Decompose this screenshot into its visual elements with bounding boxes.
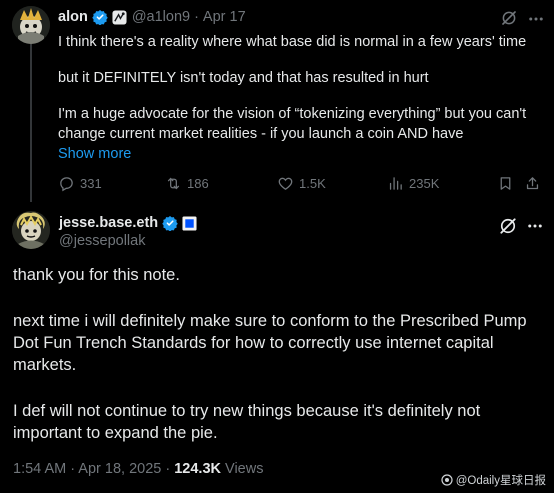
avatar-alon[interactable] [12, 6, 50, 44]
tweet-date[interactable]: Apr 18, 2025 [78, 461, 161, 477]
like-count: 1.5K [299, 175, 326, 191]
main-tweet-author-row: jesse.base.eth [59, 213, 197, 233]
tweet-text-line: Dot Fun Trench Standards for how to corr… [13, 334, 494, 352]
avatar-image [12, 6, 50, 44]
author-handle[interactable]: @a1lon9 [132, 9, 190, 25]
repost-button[interactable]: 186 [165, 173, 209, 193]
grok-icon[interactable] [500, 9, 518, 27]
show-more-link[interactable]: Show more [58, 144, 542, 164]
verified-badge-icon[interactable] [162, 215, 178, 231]
analytics-icon [389, 176, 402, 190]
parent-tweet-header: alon @a1lon9 · Apr 17 [58, 7, 246, 27]
tweet-action-bar: 331 186 1.5K 235K [58, 173, 542, 193]
tweet-text-line: markets. [13, 356, 77, 374]
author-name[interactable]: alon [58, 9, 88, 25]
main-tweet-text: thank you for this note. next time i wil… [13, 264, 543, 444]
heart-icon [278, 177, 293, 190]
verified-badge-icon[interactable] [92, 9, 108, 25]
tweet-text-line: change current market realities - if you… [58, 126, 464, 142]
reply-icon [60, 176, 73, 191]
more-options-icon[interactable] [526, 217, 544, 235]
tweet-text-line: important to expand the pie. [13, 424, 218, 442]
share-icon [526, 176, 539, 189]
views-label: Views [225, 461, 264, 477]
bookmark-button[interactable] [497, 173, 519, 193]
reply-count: 331 [80, 175, 102, 191]
view-count: 124.3K [174, 461, 221, 477]
base-affiliate-badge-icon[interactable] [182, 215, 197, 231]
watermark-logo-icon [441, 474, 453, 486]
reply-button[interactable]: 331 [58, 173, 102, 193]
watermark-text: @Odaily星球日报 [455, 475, 546, 487]
tweet-text-line: I def will not continue to try new thing… [13, 402, 481, 420]
thread-connector-line [30, 44, 32, 202]
parent-tweet[interactable]: alon @a1lon9 · Apr 17 I think there's a … [0, 0, 554, 204]
avatar-jesse[interactable] [12, 211, 50, 249]
view-count: 235K [409, 175, 440, 191]
affiliate-badge-icon[interactable] [112, 9, 127, 25]
tweet-text-line: thank you for this note. [13, 266, 180, 284]
tweet-text-line: I think there's a reality where what bas… [58, 34, 527, 50]
tweet-date[interactable]: Apr 17 [203, 9, 246, 25]
separator-dot: · [165, 461, 175, 477]
grok-icon[interactable] [498, 216, 518, 236]
separator-dot: · [194, 9, 199, 25]
views-button[interactable]: 235K [387, 173, 439, 193]
watermark: @Odaily星球日报 [441, 472, 546, 488]
bookmark-icon [500, 176, 511, 190]
author-handle[interactable]: @jessepollak [59, 233, 145, 249]
repost-icon [167, 177, 180, 189]
tweet-text-line: next time i will definitely make sure to… [13, 312, 527, 330]
more-options-icon[interactable] [527, 10, 545, 28]
repost-count: 186 [187, 175, 209, 191]
tweet-time[interactable]: 1:54 AM [13, 461, 66, 477]
tweet-text-line: I'm a huge advocate for the vision of “t… [58, 106, 527, 122]
tweet-metadata: 1:54 AM · Apr 18, 2025 · 124.3K Views [13, 461, 263, 477]
parent-tweet-text: I think there's a reality where what bas… [58, 32, 542, 164]
share-button[interactable] [524, 173, 546, 193]
tweet-text-line: but it DEFINITELY isn't today and that h… [58, 70, 429, 86]
author-name[interactable]: jesse.base.eth [59, 215, 158, 231]
like-button[interactable]: 1.5K [277, 173, 326, 193]
avatar-image [12, 211, 50, 249]
